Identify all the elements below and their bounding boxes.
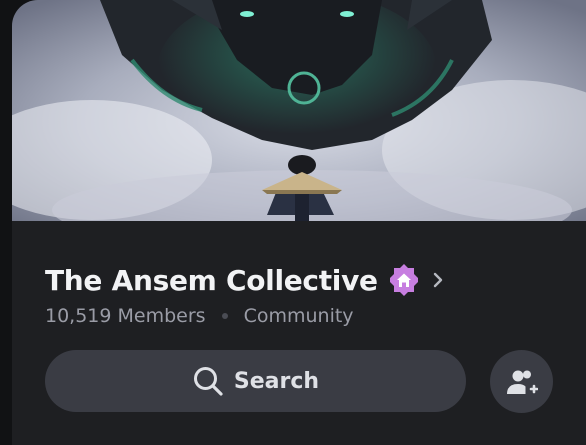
search-icon xyxy=(192,365,224,397)
chevron-right-icon[interactable] xyxy=(431,271,445,289)
server-name: The Ansem Collective xyxy=(45,263,378,297)
add-user-icon xyxy=(506,366,538,398)
server-header[interactable]: The Ansem Collective xyxy=(45,260,445,300)
server-category: Community xyxy=(243,305,354,327)
member-count: 10,519 Members xyxy=(45,305,206,327)
search-label: Search xyxy=(233,368,320,394)
server-banner-image xyxy=(12,0,586,221)
separator-dot xyxy=(221,313,228,319)
server-meta: 10,519 Members Community xyxy=(45,305,354,327)
server-info-panel: The Ansem Collective 10,519 Members Comm… xyxy=(12,0,586,445)
community-home-badge-icon xyxy=(387,263,421,297)
invite-button[interactable] xyxy=(490,350,553,413)
search-button[interactable]: Search xyxy=(45,350,466,412)
